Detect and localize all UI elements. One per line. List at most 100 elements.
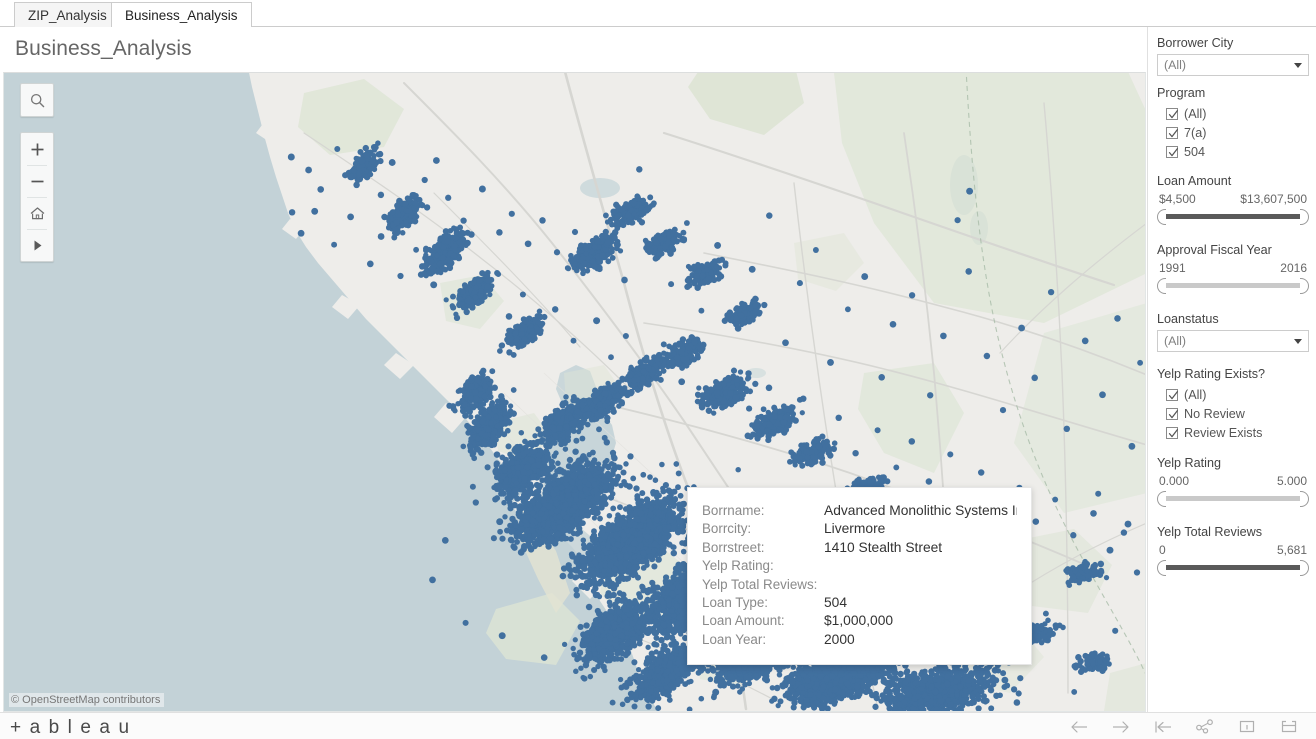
loanstatus-dropdown[interactable]: (All) [1157,330,1309,352]
zoom-in-icon[interactable] [21,133,53,165]
slider-track [1165,565,1301,570]
tooltip-row: Yelp Total Reviews: [702,577,1017,595]
chevron-down-icon [1290,331,1306,351]
yelp-exists-option-review-exists[interactable]: Review Exists [1157,423,1309,442]
tooltip-row: Borrcity: Livermore [702,521,1017,539]
dropdown-value: (All) [1164,58,1187,72]
tooltip-value: 2000 [824,631,855,647]
range-max: 2016 [1280,261,1307,275]
checkbox-icon [1166,126,1179,139]
program-option-7a[interactable]: 7(a) [1157,123,1309,142]
tooltip-value: $1,000,000 [824,613,894,629]
tab-label: Business_Analysis [125,7,238,23]
worksheet-tab-strip: ZIP_Analysis Business_Analysis [0,0,1316,27]
approval-fiscal-year-slider[interactable] [1157,278,1309,294]
zoom-out-icon[interactable] [21,165,53,197]
tab-label: ZIP_Analysis [28,7,107,23]
filter-panel: Borrower City (All) Program (All) 7(a) 5… [1147,27,1316,712]
filter-borrower-city: Borrower City (All) [1157,36,1309,76]
filter-loanstatus: Loanstatus (All) [1157,312,1309,352]
tableau-dashboard: ZIP_Analysis Business_Analysis Business_… [0,0,1316,739]
slider-handle-max[interactable] [1300,209,1309,225]
filter-label: Program [1157,86,1206,100]
range-labels: 0 5,681 [1157,543,1309,557]
tooltip-key: Loan Year: [702,631,767,647]
status-bar: + a b l e a u [0,712,1316,739]
tab-business-analysis[interactable]: Business_Analysis [111,2,252,27]
filter-yelp-total-reviews: Yelp Total Reviews 0 5,681 [1157,525,1309,576]
tooltip-row: Borrstreet: 1410 Stealth Street [702,540,1017,558]
share-icon[interactable] [1184,713,1226,739]
range-min: 1991 [1159,261,1186,275]
search-icon[interactable] [21,84,53,116]
forward-icon[interactable] [1100,713,1142,739]
checkbox-icon [1166,407,1179,420]
slider-handle-min[interactable] [1157,491,1166,507]
tooltip-row: Loan Year: 2000 [702,632,1017,650]
map-tooltip: Borrname: Advanced Monolithic Systems In… [687,487,1032,666]
filter-label: Approval Fiscal Year [1157,243,1272,257]
tooltip-key: Yelp Total Reviews: [702,576,818,592]
fullscreen-icon[interactable] [1268,713,1310,739]
yelp-total-reviews-slider[interactable] [1157,560,1309,576]
slider-handle-max[interactable] [1300,491,1309,507]
tooltip-key: Loan Amount: [702,613,785,629]
tooltip-row: Loan Amount: $1,000,000 [702,613,1017,631]
status-bar-buttons [1058,713,1310,739]
slider-handle-min[interactable] [1157,209,1166,225]
borrower-city-dropdown[interactable]: (All) [1157,54,1309,76]
tooltip-key: Borrname: [702,503,765,518]
filter-label: Loan Amount [1157,174,1232,188]
map-attribution[interactable]: © OpenStreetMap contributors [9,693,165,707]
tooltip-value: 1410 Stealth Street [824,539,943,555]
range-min: 0 [1159,543,1166,557]
map-toolbar [20,83,54,262]
home-icon[interactable] [21,197,53,229]
tooltip-value: 504 [824,594,848,610]
range-labels: 0.000 5.000 [1157,474,1309,488]
slider-handle-max[interactable] [1300,560,1309,576]
range-min: $4,500 [1159,192,1196,206]
revert-icon[interactable] [1142,713,1184,739]
yelp-exists-option-no-review[interactable]: No Review [1157,404,1309,423]
checkbox-icon [1166,107,1179,120]
slider-track [1165,283,1301,288]
checkbox-label: No Review [1184,406,1245,421]
loan-amount-slider[interactable] [1157,209,1309,225]
yelp-rating-slider[interactable] [1157,491,1309,507]
checkbox-label: (All) [1184,387,1207,402]
tooltip-key: Borrcity: [702,521,752,537]
filter-label: Yelp Rating Exists? [1157,367,1266,381]
tooltip-key: Loan Type: [702,594,769,610]
slider-track [1165,496,1301,501]
tooltip-value: Livermore [824,521,886,537]
filter-label: Borrower City [1157,36,1234,50]
tooltip-value: Advanced Monolithic Systems In [824,503,1017,518]
checkbox-icon [1166,426,1179,439]
yelp-exists-option-all[interactable]: (All) [1157,385,1309,404]
range-max: 5,681 [1276,543,1307,557]
checkbox-icon [1166,388,1179,401]
range-labels: 1991 2016 [1157,261,1309,275]
slider-handle-min[interactable] [1157,560,1166,576]
tab-zip-analysis[interactable]: ZIP_Analysis [14,2,121,27]
program-option-504[interactable]: 504 [1157,142,1309,161]
filter-label: Loanstatus [1157,312,1219,326]
dropdown-value: (All) [1164,334,1187,348]
program-option-all[interactable]: (All) [1157,104,1309,123]
checkbox-label: 504 [1184,144,1206,159]
filter-yelp-rating: Yelp Rating 0.000 5.000 [1157,456,1309,507]
filter-approval-fiscal-year: Approval Fiscal Year 1991 2016 [1157,243,1309,294]
dashboard-title-bar: Business_Analysis [0,27,1145,72]
tooltip-key: Borrstreet: [702,539,765,555]
play-icon[interactable] [21,229,53,261]
slider-handle-min[interactable] [1157,278,1166,294]
back-icon[interactable] [1058,713,1100,739]
tooltip-row: Loan Type: 504 [702,595,1017,613]
filter-label: Yelp Rating [1157,456,1221,470]
tooltip-row: Borrname: Advanced Monolithic Systems In [702,503,1017,521]
checkbox-label: 7(a) [1184,125,1207,140]
slider-handle-max[interactable] [1300,278,1309,294]
device-layout-icon[interactable] [1226,713,1268,739]
map-search-group [20,83,54,117]
